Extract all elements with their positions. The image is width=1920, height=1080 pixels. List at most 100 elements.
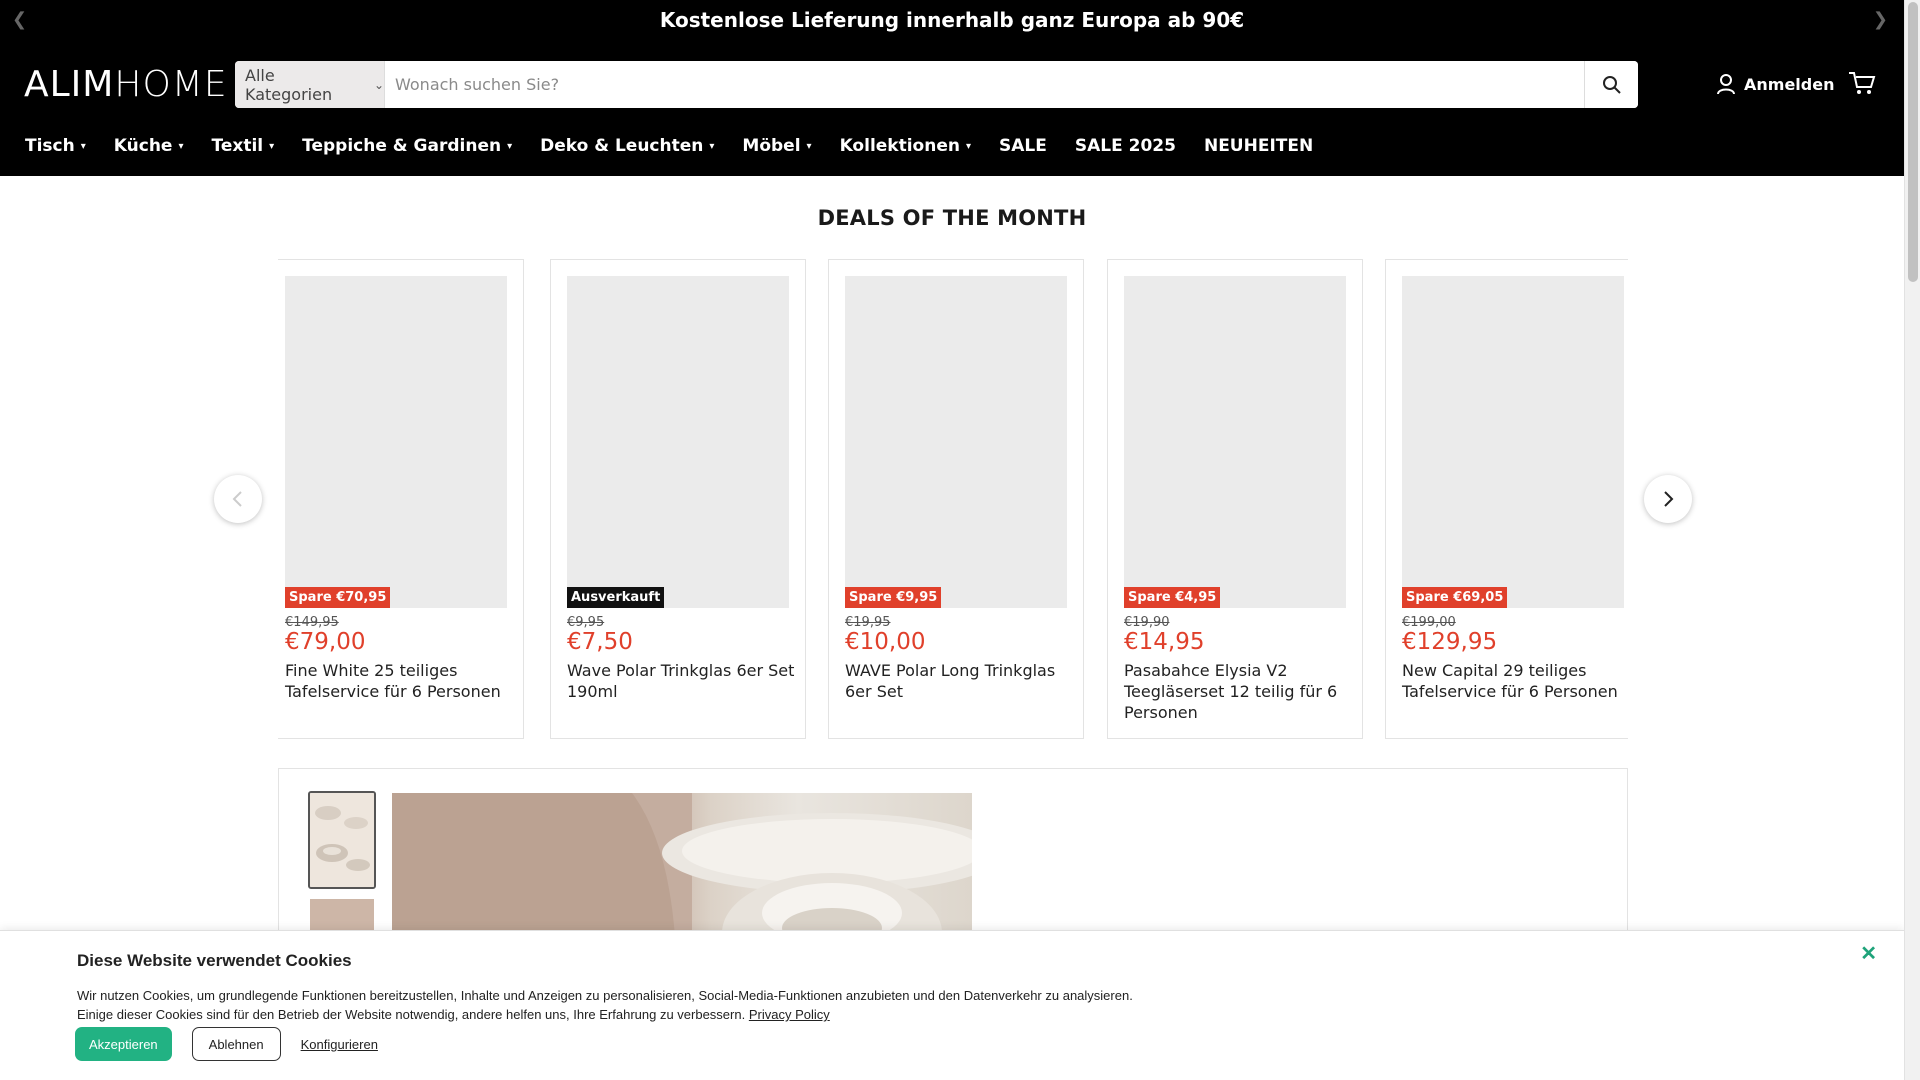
announcement-prev-icon[interactable]: ❮ <box>12 9 27 30</box>
cookie-title: Diese Website verwendet Cookies <box>77 951 352 970</box>
product-old-price: €149,95 <box>285 615 339 630</box>
announcement-next-icon[interactable]: ❯ <box>1873 9 1888 30</box>
product-name[interactable]: Pasabahce Elysia V2 Teegläserset 12 teil… <box>1124 660 1354 723</box>
product-card[interactable]: Ausverkauft €9,95 €7,50 Wave Polar Trinkgla… <box>550 259 806 739</box>
main-navigation: Tisch ▾ Küche ▾ Textil ▾ Teppiche & Gardinen ▾ D… <box>25 136 1341 156</box>
chevron-down-icon: ▾ <box>269 140 275 152</box>
product-image[interactable] <box>845 276 1067 608</box>
nav-item-label: Teppiche & Gardinen <box>302 136 502 156</box>
configure-cookies-link[interactable]: Konfigurieren <box>301 1037 378 1052</box>
page-scrollbar[interactable] <box>1904 0 1920 1080</box>
product-badge: Spare €9,95 <box>845 587 942 608</box>
nav-item-label: SALE <box>999 136 1047 156</box>
nav-item-küche[interactable]: Küche ▾ <box>114 136 184 156</box>
cart-button[interactable] <box>1848 70 1876 100</box>
search-icon <box>1602 75 1621 94</box>
product-badge: Spare €70,95 <box>285 587 391 608</box>
product-price: €14,95 <box>1124 629 1205 655</box>
nav-item-sale[interactable]: SALE <box>999 136 1047 156</box>
carousel-next-button[interactable] <box>1644 475 1692 523</box>
carousel-prev-button[interactable] <box>214 475 262 523</box>
category-select[interactable]: Alle Kategorien ⌄ <box>235 61 385 108</box>
product-price: €7,50 <box>567 629 633 655</box>
nav-item-teppiche-gardinen[interactable]: Teppiche & Gardinen ▾ <box>302 136 512 156</box>
product-badge: Ausverkauft <box>567 587 665 608</box>
logo-text-alim: ALIM <box>24 64 115 105</box>
tableware-image <box>310 793 374 887</box>
nav-item-sale-2025[interactable]: SALE 2025 <box>1075 136 1176 156</box>
site-header: ALIMHOME Alle Kategorien ⌄ Anmelden Tisc… <box>0 40 1904 176</box>
search-input[interactable] <box>385 61 1584 108</box>
nav-item-möbel[interactable]: Möbel ▾ <box>742 136 811 156</box>
login-link[interactable]: Anmelden <box>1716 73 1834 95</box>
product-old-price: €19,90 <box>1124 615 1170 630</box>
cart-icon <box>1849 72 1876 94</box>
announcement-bar: ❮ Kostenlose Lieferung innerhalb ganz Eu… <box>0 0 1904 40</box>
product-old-price: €9,95 <box>567 615 605 630</box>
search-button[interactable] <box>1584 61 1638 108</box>
nav-item-label: Deko & Leuchten <box>540 136 704 156</box>
product-card[interactable]: Spare €4,95 €19,90 €14,95 Pasabahce Elysia … <box>1107 259 1363 739</box>
site-logo[interactable]: ALIMHOME <box>24 64 228 105</box>
close-icon[interactable]: ✕ <box>1860 941 1877 966</box>
cookie-text: Wir nutzen Cookies, um grundlegende Funk… <box>77 986 1133 1024</box>
reject-cookies-button[interactable]: Ablehnen <box>191 1027 281 1061</box>
product-name[interactable]: WAVE Polar Long Trinkglas 6er Set <box>845 660 1075 702</box>
nav-item-tisch[interactable]: Tisch ▾ <box>25 136 86 156</box>
user-icon <box>1717 74 1735 95</box>
chevron-down-icon: ▾ <box>507 140 513 152</box>
product-card[interactable]: Spare €70,95 €149,95 €79,00 Fine White 25 t… <box>278 259 524 739</box>
nav-item-label: Küche <box>113 136 173 156</box>
product-image[interactable] <box>567 276 789 608</box>
chevron-down-icon: ⌄ <box>373 77 384 92</box>
product-image[interactable] <box>1124 276 1346 608</box>
privacy-policy-link[interactable]: Privacy Policy <box>749 1007 830 1022</box>
cookie-text-line1: Wir nutzen Cookies, um grundlegende Funk… <box>77 988 1133 1003</box>
nav-item-textil[interactable]: Textil ▾ <box>211 136 274 156</box>
deals-section-title: DEALS OF THE MONTH <box>817 206 1087 230</box>
product-card[interactable]: Spare €69,05 €199,00 €129,95 New Capital 29… <box>1385 259 1628 739</box>
cookie-banner: Diese Website verwendet Cookies ✕ Wir nu… <box>0 930 1904 1080</box>
chevron-down-icon: ▾ <box>80 140 86 152</box>
scrollbar-thumb[interactable] <box>1908 2 1918 282</box>
chevron-left-icon <box>232 491 242 507</box>
nav-item-label: Möbel <box>742 136 801 156</box>
login-label: Anmelden <box>1744 74 1835 94</box>
product-card[interactable]: Spare €9,95 €19,95 €10,00 WAVE Polar Long T… <box>828 259 1084 739</box>
product-price: €129,95 <box>1402 629 1498 655</box>
product-image[interactable] <box>1402 276 1624 608</box>
nav-item-deko-leuchten[interactable]: Deko & Leuchten ▾ <box>540 136 714 156</box>
chevron-right-icon <box>1664 491 1674 507</box>
logo-text-home: HOME <box>114 64 228 105</box>
product-old-price: €19,95 <box>845 615 891 630</box>
nav-item-label: SALE 2025 <box>1074 136 1176 156</box>
product-badge: Spare €69,05 <box>1402 587 1508 608</box>
nav-item-label: Kollektionen <box>839 136 960 156</box>
nav-item-kollektionen[interactable]: Kollektionen ▾ <box>840 136 971 156</box>
product-badge: Spare €4,95 <box>1124 587 1221 608</box>
nav-item-neuheiten[interactable]: NEUHEITEN <box>1204 136 1313 156</box>
chevron-down-icon: ▾ <box>965 140 972 152</box>
category-select-label: Alle Kategorien <box>245 65 333 104</box>
announcement-text: Kostenlose Lieferung innerhalb ganz Euro… <box>659 8 1245 32</box>
cookie-text-line2: Einige dieser Cookies sind für den Betri… <box>77 1005 1133 1024</box>
cookie-actions: Akzeptieren Ablehnen Konfigurieren <box>75 1027 378 1061</box>
product-image[interactable] <box>285 276 507 608</box>
accept-cookies-button[interactable]: Akzeptieren <box>75 1027 172 1061</box>
product-price: €10,00 <box>845 629 926 655</box>
product-name[interactable]: Fine White 25 teiliges Tafelservice für … <box>285 660 515 702</box>
chevron-down-icon: ▾ <box>806 140 812 152</box>
chevron-down-icon: ▾ <box>178 140 184 152</box>
chevron-down-icon: ▾ <box>709 140 715 152</box>
nav-item-label: NEUHEITEN <box>1203 136 1314 156</box>
product-old-price: €199,00 <box>1402 615 1456 630</box>
deals-carousel: Spare €70,95 €149,95 €79,00 Fine White 25 t… <box>278 259 1628 741</box>
product-price: €79,00 <box>285 629 366 655</box>
product-name[interactable]: Wave Polar Trinkglas 6er Set 190ml <box>567 660 797 702</box>
search-bar: Alle Kategorien ⌄ <box>235 61 1638 108</box>
product-name[interactable]: New Capital 29 teiliges Tafelservice für… <box>1402 660 1628 702</box>
gallery-thumbnail[interactable] <box>308 791 376 889</box>
nav-item-label: Textil <box>211 136 264 156</box>
cookie-text-line2-body: Einige dieser Cookies sind für den Betri… <box>77 1007 746 1022</box>
nav-item-label: Tisch <box>25 136 75 156</box>
